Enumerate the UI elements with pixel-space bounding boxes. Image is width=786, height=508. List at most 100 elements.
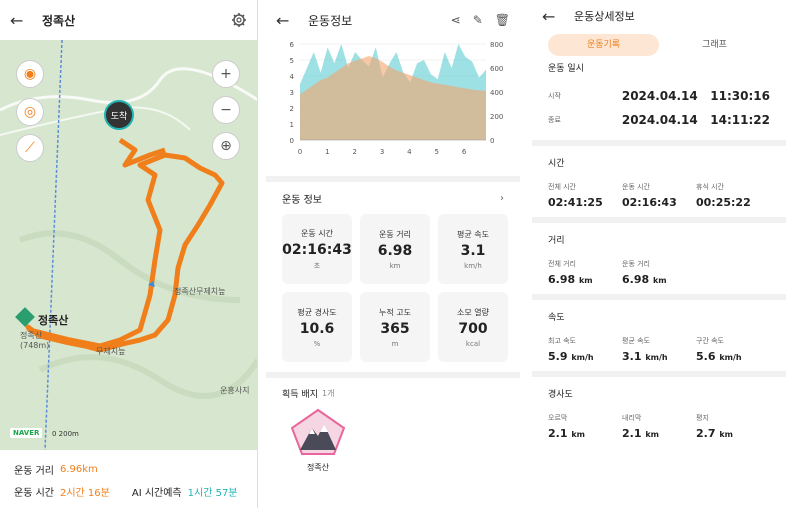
distance-section-title: 거리 (548, 236, 565, 246)
stat-label: 운동 거리 (379, 229, 411, 239)
exercise-info-section-header[interactable]: 운동 정보 › (266, 182, 520, 214)
y-left-tick: 6 (290, 41, 295, 49)
stat-value: 365 (380, 320, 410, 337)
elevation-speed-chart: 654321080060040020000 1 2 3 4 5 6 (290, 41, 504, 156)
detail-label: 전체 거리 (548, 260, 576, 268)
route-icon[interactable]: ⟋ (16, 134, 44, 162)
y-right-tick: 400 (490, 89, 503, 97)
stat-unit: m (391, 339, 399, 348)
ai-prediction-label: AI 시간예측 (131, 487, 182, 499)
x-tick: 0 (298, 148, 302, 156)
detail-item: 휴식 시간 00:25:22 (696, 182, 770, 209)
tab-graph[interactable]: 그래프 (659, 34, 770, 56)
detail-value-row: 3.1 km/h (622, 350, 696, 363)
end-label: 종료 (548, 116, 561, 124)
settings-gear-icon[interactable] (231, 12, 247, 28)
stat-card: 소모 열량 700 kcal (438, 292, 508, 362)
location-icon[interactable]: ◉ (16, 60, 44, 88)
trash-icon[interactable]: 🗑 (495, 13, 510, 27)
speed-section-title: 속도 (548, 313, 565, 323)
recenter-icon[interactable]: ⊕ (212, 132, 240, 160)
exercise-info-section-title: 운동 정보 (282, 194, 322, 206)
chevron-right-icon[interactable]: › (500, 193, 504, 204)
y-left-tick: 2 (290, 105, 294, 113)
speed-grid: 최고 속도 5.9 km/h 평균 속도 3.1 km/h 구간 속도 5.6 km/h (548, 336, 770, 363)
peak-alt-label: (748m) (20, 341, 50, 350)
detail-unit: km (578, 276, 593, 285)
distance-value: 6.96km (59, 463, 98, 475)
distance-section: 거리 전체 거리 6.98 km 운동 거리 6.98 km (532, 229, 786, 286)
temple-site-label: 운흥사지 (220, 386, 250, 395)
detail-value-row: 00:25:22 (696, 196, 770, 209)
badge-item[interactable]: 정족산 (290, 408, 346, 473)
detail-value: 6.98 (548, 273, 576, 286)
stat-card: 운동 시간 02:16:43 초 (282, 214, 352, 284)
detail-label: 평균 속도 (622, 337, 650, 345)
detail-value-row: 2.1 km (548, 427, 622, 440)
ai-prediction-value: 1시간 57분 (187, 487, 238, 499)
detail-label: 내리막 (622, 414, 642, 422)
page-title: 운동상세정보 (574, 10, 635, 23)
detail-label: 전체 시간 (548, 183, 576, 191)
zoom-out-icon[interactable]: − (212, 96, 240, 124)
badge-count: 1개 (321, 388, 335, 398)
detail-item: 운동 시간 02:16:43 (622, 182, 696, 209)
detail-label: 오르막 (548, 414, 568, 422)
x-tick: 4 (407, 148, 412, 156)
detail-value: 2.1 (622, 427, 642, 440)
detail-value: 6.98 (622, 273, 650, 286)
y-right-tick: 0 (490, 137, 494, 145)
slope-section-title: 경사도 (548, 390, 573, 400)
detail-unit: km/h (645, 353, 668, 362)
detail-item: 평지 2.7 km (696, 413, 770, 440)
mountain-badge-icon (290, 408, 346, 455)
time-value: 2시간 16분 (59, 487, 110, 499)
detail-value: 2.7 (696, 427, 716, 440)
slope-grid: 오르막 2.1 km 내리막 2.1 km 평지 2.7 km (548, 413, 770, 440)
detail-label: 구간 속도 (696, 337, 724, 345)
stat-card: 누적 고도 365 m (360, 292, 430, 362)
exercise-detail-panel: ← 운동상세정보 운동기록 그래프 운동 일시 시작 2024.04.14 11… (532, 0, 786, 508)
stat-unit: km (389, 261, 401, 270)
detail-value: 00:25:22 (696, 196, 751, 209)
zoom-in-icon[interactable]: + (212, 60, 240, 88)
back-arrow-icon[interactable]: ← (276, 11, 300, 30)
tab-record[interactable]: 운동기록 (548, 34, 659, 56)
end-marker-label: 도착 (110, 111, 128, 122)
tab-bar: 운동기록 그래프 (532, 32, 786, 58)
back-arrow-icon[interactable]: ← (10, 11, 34, 30)
compass-icon[interactable]: ◎ (16, 98, 44, 126)
y-left-tick: 3 (290, 89, 294, 97)
detail-unit: km (571, 430, 585, 439)
map-view[interactable]: ◉ ◎ ⟋ + − ⊕ 도착 정족산 정족산 (748m) 정족산무제치늪 무제… (0, 40, 257, 450)
detail-item: 전체 시간 02:41:25 (548, 182, 622, 209)
mujechi-label: 무제치늪 (96, 347, 126, 356)
wetland-label: 정족산무제치늪 (174, 287, 226, 296)
y-left-tick: 0 (290, 137, 294, 145)
detail-unit: km/h (571, 353, 594, 362)
detail-value-row: 5.6 km/h (696, 350, 770, 363)
back-arrow-icon[interactable]: ← (542, 7, 566, 26)
date-section: 운동 일시 시작 2024.04.14 11:30:16 종료 2024.04.… (532, 62, 786, 132)
stat-label: 평균 경사도 (297, 307, 337, 317)
stat-label: 운동 시간 (301, 228, 333, 238)
edit-icon[interactable]: ✎ (473, 13, 483, 27)
badge-title: 획득 배지 (282, 389, 318, 400)
share-icon[interactable]: ⋖ (451, 13, 461, 27)
time-label: 운동 시간 (14, 487, 54, 499)
distance-label: 운동 거리 (14, 465, 54, 477)
y-left-tick: 1 (290, 121, 294, 129)
stat-label: 누적 고도 (379, 307, 411, 317)
y-left-tick: 4 (290, 73, 295, 81)
detail-value: 5.6 (696, 350, 716, 363)
divider (532, 217, 786, 223)
x-tick: 5 (435, 148, 439, 156)
divider (532, 140, 786, 146)
start-value: 2024.04.14 11:30:16 (621, 89, 770, 103)
y-right-tick: 600 (490, 65, 503, 73)
map-header: ← 정족산 (0, 0, 257, 40)
time-section: 시간 전체 시간 02:41:25 운동 시간 02:16:43 휴식 시간 00:25:… (532, 152, 786, 209)
detail-item: 전체 거리 6.98 km (548, 259, 622, 286)
peak-sub-label: 정족산 (20, 331, 43, 340)
x-tick: 6 (462, 148, 467, 156)
